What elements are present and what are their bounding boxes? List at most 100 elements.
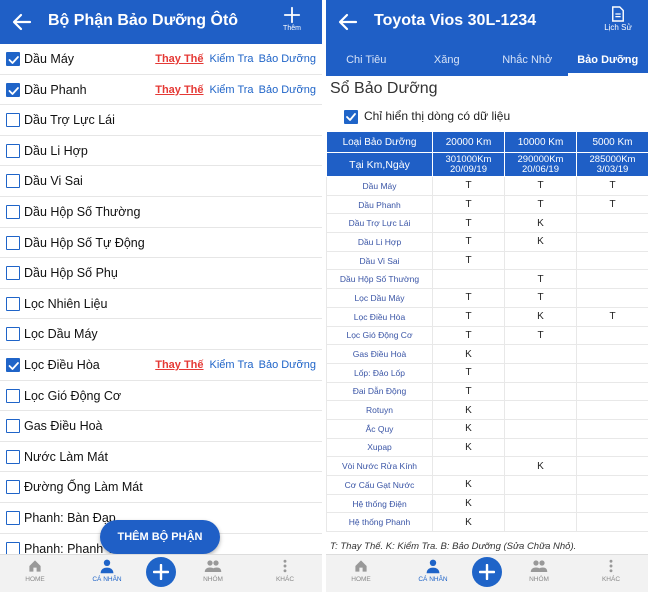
mark-cell[interactable]: T xyxy=(504,176,577,196)
checkbox-checked-icon[interactable] xyxy=(6,357,20,372)
maintain-link[interactable]: Bảo Dưỡng xyxy=(259,359,316,371)
mark-cell[interactable]: K xyxy=(432,437,505,458)
mark-cell[interactable] xyxy=(576,325,648,346)
checkbox-icon[interactable] xyxy=(6,419,20,434)
mark-cell[interactable] xyxy=(504,400,577,420)
tab-fuel[interactable]: Xăng xyxy=(407,44,488,76)
mark-cell[interactable]: T xyxy=(432,306,505,327)
mark-cell[interactable]: K xyxy=(504,306,577,327)
mark-cell[interactable]: K xyxy=(432,512,505,533)
mark-cell[interactable] xyxy=(504,418,577,439)
mark-cell[interactable] xyxy=(576,493,648,514)
checkbox-icon[interactable] xyxy=(6,266,20,281)
list-item[interactable]: Dầu Hộp Số Phụ xyxy=(0,258,322,289)
list-item[interactable]: Dầu Vi Sai xyxy=(0,166,322,197)
list-item[interactable]: Dầu Li Hợp xyxy=(0,136,322,167)
mark-cell[interactable] xyxy=(432,269,505,290)
checkbox-icon[interactable] xyxy=(6,480,20,495)
back-arrow-icon[interactable] xyxy=(10,10,34,34)
mark-cell[interactable] xyxy=(576,437,648,458)
checkbox-icon[interactable] xyxy=(6,143,20,158)
checkbox-icon[interactable] xyxy=(6,510,20,525)
mark-cell[interactable] xyxy=(576,512,648,533)
tab-expenses[interactable]: Chi Tiêu xyxy=(326,44,407,76)
fab-add-button[interactable] xyxy=(146,557,176,587)
mark-cell[interactable] xyxy=(576,344,648,364)
checkbox-icon[interactable] xyxy=(6,235,20,250)
list-item[interactable]: Dầu Hộp Số Tự Động xyxy=(0,228,322,259)
mark-cell[interactable] xyxy=(432,456,505,476)
mark-cell[interactable]: K xyxy=(504,213,577,234)
mark-cell[interactable] xyxy=(504,493,577,514)
mark-cell[interactable]: T xyxy=(432,325,505,346)
mark-cell[interactable]: K xyxy=(504,456,577,476)
mark-cell[interactable]: K xyxy=(432,493,505,514)
nav-home[interactable]: HOME xyxy=(10,558,60,583)
nav-group[interactable]: NHÓM xyxy=(188,558,238,583)
mark-cell[interactable] xyxy=(576,250,648,271)
mark-cell[interactable]: K xyxy=(504,232,577,252)
replace-link[interactable]: Thay Thế xyxy=(155,359,203,371)
checkbox-icon[interactable] xyxy=(6,296,20,311)
mark-cell[interactable]: T xyxy=(504,288,577,308)
checkbox-icon[interactable] xyxy=(6,388,20,403)
mark-cell[interactable]: T xyxy=(432,232,505,252)
mark-cell[interactable]: T xyxy=(432,250,505,271)
list-item[interactable]: Lọc Điều Hòa Thay Thế Kiểm Tra Bảo Dưỡng xyxy=(0,350,322,381)
mark-cell[interactable] xyxy=(504,381,577,402)
list-item[interactable]: Đường Ống Làm Mát xyxy=(0,472,322,503)
replace-link[interactable]: Thay Thế xyxy=(155,53,203,65)
history-button[interactable]: Lịch Sử xyxy=(598,6,638,32)
mark-cell[interactable]: T xyxy=(432,176,505,196)
header-interval[interactable]: 10000 Km xyxy=(504,131,577,153)
list-item[interactable]: Lọc Gió Động Cơ xyxy=(0,381,322,412)
mark-cell[interactable]: T xyxy=(504,269,577,290)
nav-personal[interactable]: CÁ NHÂN xyxy=(82,558,132,583)
mark-cell[interactable] xyxy=(504,362,577,383)
mark-cell[interactable]: T xyxy=(504,325,577,346)
list-item[interactable]: Gas Điều Hoà xyxy=(0,411,322,442)
mark-cell[interactable]: K xyxy=(432,475,505,495)
mark-cell[interactable]: T xyxy=(504,194,577,215)
header-record[interactable]: 285000Km 3/03/19 xyxy=(576,152,648,177)
nav-group[interactable]: NHÓM xyxy=(514,558,564,583)
mark-cell[interactable]: T xyxy=(576,176,648,196)
mark-cell[interactable] xyxy=(504,437,577,458)
fab-add-button[interactable] xyxy=(472,557,502,587)
mark-cell[interactable]: T xyxy=(576,306,648,327)
check-link[interactable]: Kiểm Tra xyxy=(210,359,254,371)
back-arrow-icon[interactable] xyxy=(336,10,360,34)
checkbox-icon[interactable] xyxy=(6,449,20,464)
checkbox-icon[interactable] xyxy=(6,174,20,189)
mark-cell[interactable] xyxy=(504,512,577,533)
mark-cell[interactable] xyxy=(576,456,648,476)
header-interval[interactable]: 20000 Km xyxy=(432,131,505,153)
mark-cell[interactable]: T xyxy=(432,288,505,308)
checkbox-checked-icon[interactable] xyxy=(6,52,20,66)
checkbox-icon[interactable] xyxy=(6,327,20,342)
mark-cell[interactable] xyxy=(576,381,648,402)
mark-cell[interactable]: K xyxy=(432,400,505,420)
list-item[interactable]: Nước Làm Mát xyxy=(0,442,322,473)
mark-cell[interactable]: T xyxy=(432,213,505,234)
check-link[interactable]: Kiểm Tra xyxy=(210,84,254,96)
maintain-link[interactable]: Bảo Dưỡng xyxy=(259,53,316,65)
mark-cell[interactable] xyxy=(576,232,648,252)
mark-cell[interactable] xyxy=(504,344,577,364)
tab-maintenance[interactable]: Bảo Dưỡng xyxy=(568,44,648,76)
nav-personal[interactable]: CÁ NHÂN xyxy=(408,558,458,583)
nav-home[interactable]: HOME xyxy=(336,558,386,583)
list-item[interactable]: Dầu Trợ Lực Lái xyxy=(0,105,322,136)
mark-cell[interactable] xyxy=(576,362,648,383)
list-item[interactable]: Lọc Dầu Máy xyxy=(0,319,322,350)
check-link[interactable]: Kiểm Tra xyxy=(210,53,254,65)
mark-cell[interactable]: T xyxy=(576,194,648,215)
filter-checkbox[interactable]: Chỉ hiển thị dòng có dữ liệu xyxy=(344,109,510,124)
mark-cell[interactable] xyxy=(576,400,648,420)
header-record[interactable]: 301000Km 20/09/19 xyxy=(432,152,505,177)
list-item[interactable]: Dầu Máy Thay Thế Kiểm Tra Bảo Dưỡng xyxy=(0,44,322,75)
nav-other[interactable]: KHÁC xyxy=(586,558,636,583)
mark-cell[interactable]: K xyxy=(432,418,505,439)
mark-cell[interactable]: T xyxy=(432,381,505,402)
mark-cell[interactable] xyxy=(576,288,648,308)
